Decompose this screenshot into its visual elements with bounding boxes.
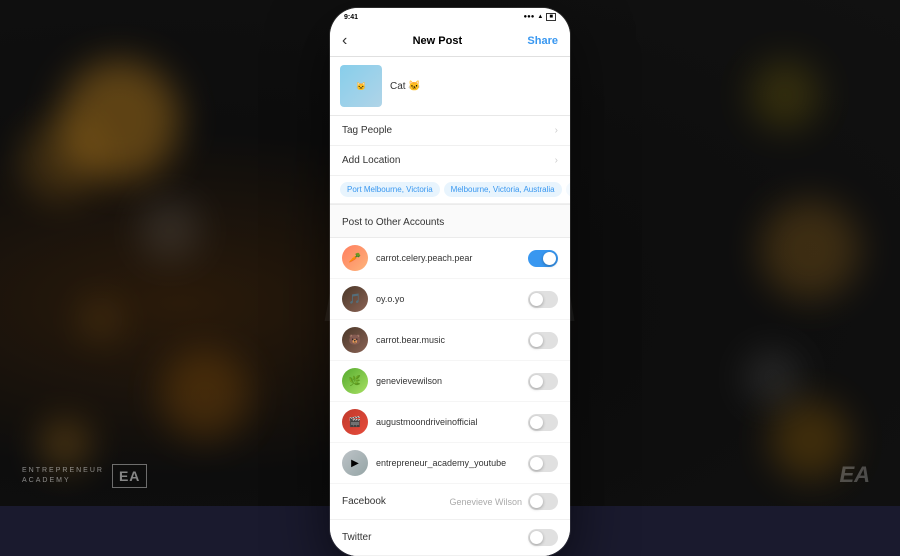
account-name-acc1: carrot.celery.peach.pear [376,253,520,263]
tag-people-label: Tag People [342,125,392,136]
account-toggle-acc1[interactable] [528,250,558,267]
facebook-right: Genevieve Wilson [449,493,558,510]
academy-text-block: ENTREPRENEUR ACADEMY [22,466,104,486]
account-toggle-acc5[interactable] [528,414,558,431]
post-preview: 🐱 Cat 🐱 [330,57,570,116]
account-row-acc4[interactable]: 🌿 genevievewilson [330,361,570,402]
location-pill-3[interactable]: Por... [566,182,570,197]
post-to-other-header: Post to Other Accounts [330,204,570,238]
accounts-list: 🥕 carrot.celery.peach.pear 🎵 oy.o.yo 🐻 carrot… [330,238,570,484]
add-location-row[interactable]: Add Location › [330,146,570,176]
account-name-acc2: oy.o.yo [376,294,520,304]
location-pill-1[interactable]: Port Melbourne, Victoria [340,182,440,197]
signal-icon: ●●● [524,14,535,20]
phone-wrapper: 9:41 ●●● ▲ ■ ‹ New Post Share 🐱 Cat 🐱 Ta… [330,0,570,556]
academy-label: ACADEMY [22,476,104,486]
cat-emoji: 🐱 [356,82,366,91]
account-name-acc6: entrepreneur_academy_youtube [376,458,520,468]
account-avatar-acc5: 🎬 [342,409,368,435]
nav-header: ‹ New Post Share [330,26,570,57]
twitter-row[interactable]: Twitter [330,520,570,556]
account-toggle-acc3[interactable] [528,332,558,349]
phone: 9:41 ●●● ▲ ■ ‹ New Post Share 🐱 Cat 🐱 Ta… [330,8,570,556]
account-row-acc5[interactable]: 🎬 augustmoondriveinofficial [330,402,570,443]
account-toggle-acc6[interactable] [528,455,558,472]
add-location-label: Add Location [342,155,400,166]
account-toggle-acc4[interactable] [528,373,558,390]
account-name-acc5: augustmoondriveinofficial [376,417,520,427]
tag-people-chevron: › [555,125,558,136]
twitter-right [528,529,558,546]
facebook-row[interactable]: Facebook Genevieve Wilson [330,484,570,520]
twitter-label: Twitter [342,532,371,543]
facebook-toggle[interactable] [528,493,558,510]
account-name-acc4: genevievewilson [376,376,520,386]
entrepreneur-label: ENTREPRENEUR [22,466,104,476]
ea-logo-box: EA [112,464,147,488]
add-location-chevron: › [555,155,558,166]
account-toggle-acc2[interactable] [528,291,558,308]
post-caption[interactable]: Cat 🐱 [390,81,421,92]
status-icons: ●●● ▲ ■ [524,13,556,21]
page-title: New Post [413,35,463,47]
account-avatar-acc1: 🥕 [342,245,368,271]
status-time: 9:41 [344,14,358,21]
post-to-other-label: Post to Other Accounts [342,217,444,228]
bottom-right-ea: EA [839,462,870,488]
post-thumbnail: 🐱 [340,65,382,107]
account-avatar-acc2: 🎵 [342,286,368,312]
bottom-logo: ENTREPRENEUR ACADEMY EA [22,464,147,488]
account-avatar-acc4: 🌿 [342,368,368,394]
location-pills: Port Melbourne, Victoria Melbourne, Vict… [330,176,570,204]
battery-icon: ■ [546,13,556,21]
account-row-acc6[interactable]: ▶ entrepreneur_academy_youtube [330,443,570,484]
tag-people-row[interactable]: Tag People › [330,116,570,146]
account-avatar-acc6: ▶ [342,450,368,476]
account-row-acc1[interactable]: 🥕 carrot.celery.peach.pear [330,238,570,279]
account-row-acc2[interactable]: 🎵 oy.o.yo [330,279,570,320]
location-pill-2[interactable]: Melbourne, Victoria, Australia [444,182,562,197]
back-button[interactable]: ‹ [342,32,347,50]
status-bar: 9:41 ●●● ▲ ■ [330,8,570,26]
account-row-acc3[interactable]: 🐻 carrot.bear.music [330,320,570,361]
share-button[interactable]: Share [527,35,558,47]
wifi-icon: ▲ [537,14,543,20]
facebook-label: Facebook [342,496,386,507]
twitter-toggle[interactable] [528,529,558,546]
account-name-acc3: carrot.bear.music [376,335,520,345]
facebook-username: Genevieve Wilson [449,497,522,507]
account-avatar-acc3: 🐻 [342,327,368,353]
